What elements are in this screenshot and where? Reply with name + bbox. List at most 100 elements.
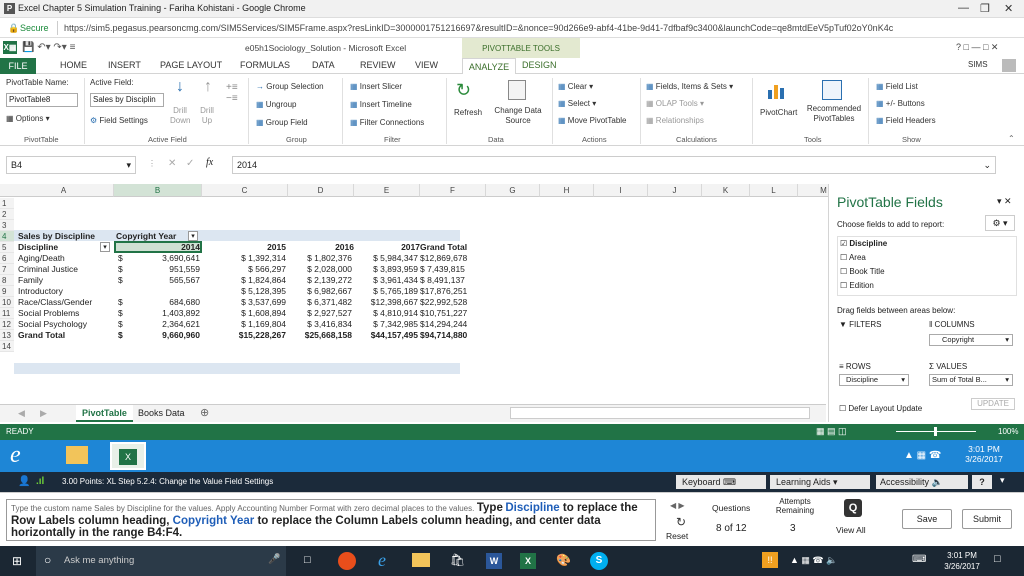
paint-taskbar-icon[interactable]: 🎨 [556, 553, 571, 567]
restore-icon[interactable]: ❐ [980, 2, 990, 15]
tab-analyze[interactable]: ANALYZE [462, 58, 516, 75]
move-pivottable-button[interactable]: ▦ Move PivotTable [558, 116, 627, 125]
view-all-icon[interactable]: Q [844, 499, 862, 517]
cell-dollar[interactable]: $ [118, 330, 128, 341]
pivotchart-icon[interactable] [766, 80, 786, 100]
windows-start-icon[interactable]: ⊞ [12, 554, 22, 568]
excel-taskbar-icon[interactable]: X [110, 442, 146, 470]
columns-field-copyright[interactable]: Copyright ▾ [929, 334, 1013, 346]
help-button[interactable]: ? [972, 475, 992, 489]
row-header-9[interactable]: 9 [0, 286, 14, 297]
cell-dollar[interactable]: $ [118, 264, 128, 275]
zoom-level[interactable]: 100% [998, 427, 1018, 436]
tab-formulas[interactable]: FORMULAS [240, 60, 290, 70]
field-checkbox[interactable]: ☑ [840, 239, 849, 248]
cell-2015[interactable]: $ 3,537,699 [204, 297, 286, 308]
cell-discipline[interactable]: Race/Class/Gender [18, 297, 114, 308]
cell-discipline[interactable]: Social Problems [18, 308, 114, 319]
column-header-l[interactable]: L [750, 184, 798, 197]
tab-view[interactable]: VIEW [415, 60, 438, 70]
cell-2016[interactable]: $ 2,139,272 [288, 275, 352, 286]
cell-2017[interactable]: $ 5,765,189 [354, 286, 418, 297]
ungroup-button[interactable]: ▦ Ungroup [256, 100, 296, 109]
field-item-book-title[interactable]: ☐ Book Title [840, 267, 885, 276]
cell-2017[interactable]: $12,398,667 [354, 297, 418, 308]
notification-badge-icon[interactable]: !! [762, 552, 778, 568]
search-box[interactable]: ○ Ask me anything 🎤 [36, 546, 286, 576]
tray-icons[interactable]: ▲ ▦ ☎ 🔈 [790, 555, 837, 566]
drill-down-button[interactable]: Drill Down [170, 106, 190, 126]
cancel-formula-icon[interactable]: ✕ [168, 158, 176, 169]
reset-icon[interactable]: ↻ [676, 515, 686, 529]
field-item-discipline[interactable]: ☑ Discipline [840, 239, 887, 248]
cell-dollar[interactable]: $ [118, 297, 128, 308]
column-header-f[interactable]: F [420, 184, 486, 197]
cell-2014[interactable]: 2,364,621 [128, 319, 200, 330]
column-header-k[interactable]: K [702, 184, 750, 197]
values-field-sum[interactable]: Sum of Total B... ▾ [929, 374, 1013, 386]
insert-timeline-button[interactable]: ▦ Insert Timeline [350, 100, 412, 109]
enter-formula-icon[interactable]: ✓ [186, 158, 194, 169]
row-header-10[interactable]: 10 [0, 297, 14, 308]
horizontal-scrollbar[interactable] [510, 407, 810, 419]
field-list[interactable]: ☑ Discipline ☐ Area ☐ Book Title ☐ Edition [837, 236, 1017, 296]
view-all-button[interactable]: View All [836, 525, 866, 535]
scroll-right-icon[interactable]: ▶ [40, 408, 47, 419]
change-data-source-icon[interactable] [508, 80, 526, 100]
column-header-g[interactable]: G [486, 184, 540, 197]
cell-2014[interactable]: 1,403,892 [128, 308, 200, 319]
tab-home[interactable]: HOME [60, 60, 87, 70]
cell-2014[interactable] [128, 286, 200, 297]
cell-dollar[interactable]: $ [118, 319, 128, 330]
recommended-pivottables-icon[interactable] [822, 80, 842, 100]
drill-up-button[interactable]: Drill Up [199, 106, 215, 126]
cell-2017[interactable]: $ 4,810,914 [354, 308, 418, 319]
tab-insert[interactable]: INSERT [108, 60, 141, 70]
cell-dollar[interactable] [118, 286, 128, 297]
cell-discipline[interactable]: Social Psychology [18, 319, 114, 330]
user-name[interactable]: SIMS [968, 60, 988, 69]
header-cell-3[interactable]: 2016 [288, 242, 354, 253]
header-cell-2[interactable]: 2015 [202, 242, 286, 253]
change-data-source-button[interactable]: Change Data Source [490, 106, 546, 126]
field-settings-button[interactable]: ⚙ Field Settings [90, 116, 148, 125]
cell-2014[interactable]: 9,660,960 [128, 330, 200, 341]
store-taskbar-icon[interactable]: 🛍 [450, 553, 465, 567]
cell-discipline[interactable]: Introductory [18, 286, 114, 297]
row-filter-dropdown-icon[interactable]: ▾ [100, 242, 110, 252]
row-header-12[interactable]: 12 [0, 319, 14, 330]
reset-button[interactable]: Reset [666, 531, 688, 541]
new-sheet-icon[interactable]: ⊕ [200, 406, 209, 419]
scroll-left-icon[interactable]: ◀ [18, 408, 25, 419]
header-cell-4[interactable]: 2017 [354, 242, 420, 253]
recommended-pivottables-button[interactable]: Recommended PivotTables [804, 104, 864, 124]
excel-taskbar-app-icon[interactable]: X [520, 553, 536, 569]
name-box[interactable]: B4 ▾ [6, 156, 136, 174]
column-header-a[interactable]: A [14, 184, 114, 197]
keyboard-button[interactable]: Keyboard ⌨ [676, 475, 766, 489]
active-field-input[interactable]: Sales by Disciplin [90, 93, 164, 107]
learning-aids-button[interactable]: Learning Aids ▾ [770, 475, 870, 489]
cell-discipline[interactable]: Family [18, 275, 114, 286]
options-button[interactable]: ▦ Options ▾ [6, 114, 50, 123]
olap-tools-button[interactable]: ▦ OLAP Tools ▾ [646, 99, 704, 108]
cell-grand-total[interactable]: $17,876,251 [420, 286, 467, 297]
help-dropdown-icon[interactable]: ▾ [1000, 475, 1005, 486]
column-filter-dropdown-icon[interactable]: ▾ [188, 231, 198, 241]
cell-dollar[interactable]: $ [118, 253, 128, 264]
column-header-h[interactable]: H [540, 184, 594, 197]
insert-function-icon[interactable]: fx [206, 157, 213, 168]
group-selection-button[interactable]: → Group Selection [256, 82, 324, 91]
url-text[interactable]: https://sim5.pegasus.pearsoncmg.com/SIM5… [64, 23, 893, 33]
cell-2017[interactable]: $ 5,984,347 [354, 253, 418, 264]
cell-dollar[interactable]: $ [118, 275, 128, 286]
column-header-d[interactable]: D [288, 184, 354, 197]
tab-design[interactable]: DESIGN [522, 60, 557, 70]
cell-2014[interactable]: 565,567 [128, 275, 200, 286]
field-item-edition[interactable]: ☐ Edition [840, 281, 874, 290]
formula-more-icon[interactable]: ⋮ [148, 159, 156, 168]
field-checkbox[interactable]: ☐ [840, 253, 849, 262]
close-icon[interactable]: ✕ [1004, 2, 1013, 15]
cell-2016[interactable]: $ 2,927,527 [288, 308, 352, 319]
column-header-i[interactable]: I [594, 184, 648, 197]
